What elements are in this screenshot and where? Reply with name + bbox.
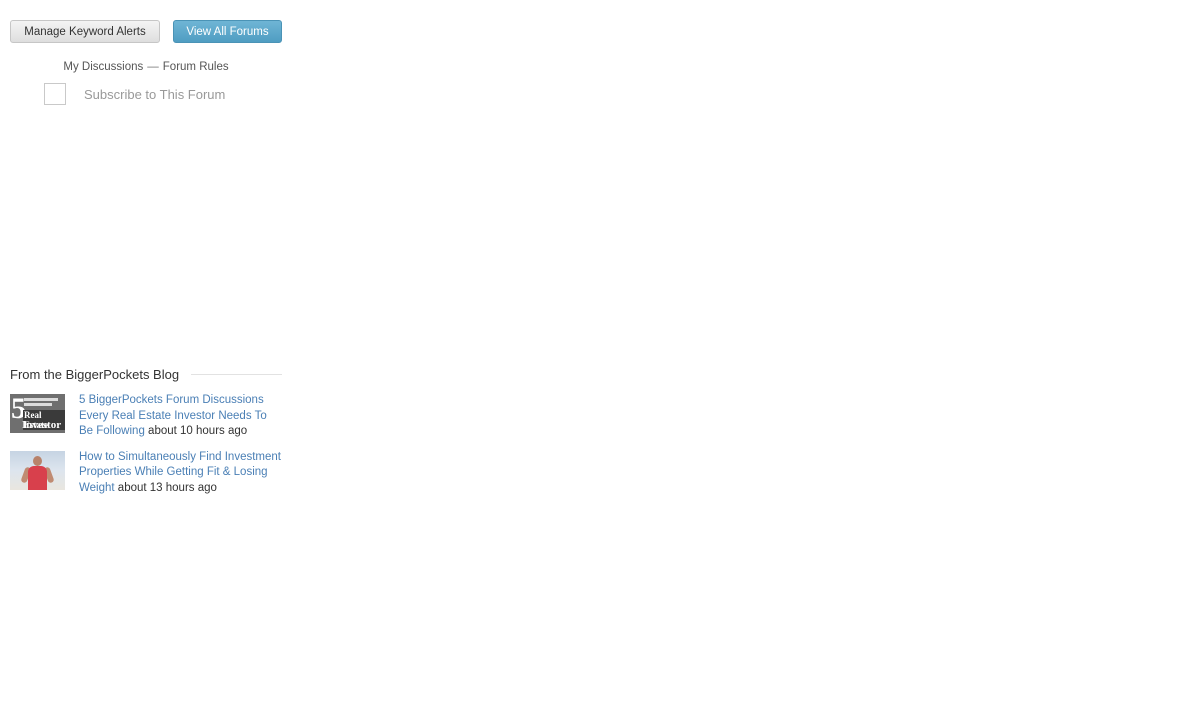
my-discussions-link[interactable]: My Discussions bbox=[63, 61, 143, 73]
blog-thumbnail-fitness[interactable] bbox=[10, 450, 65, 490]
forum-sidebar: Manage Keyword Alerts View All Forums My… bbox=[10, 20, 282, 105]
blog-heading: From the BiggerPockets Blog bbox=[10, 366, 180, 382]
view-all-forums-button[interactable]: View All Forums bbox=[173, 20, 282, 43]
blog-post-time: about 13 hours ago bbox=[117, 481, 217, 494]
subscribe-toggle[interactable]: Subscribe to This Forum bbox=[44, 83, 282, 105]
blog-post-text: 5 BiggerPockets Forum Discussions Every … bbox=[79, 393, 282, 440]
blog-widget: From the BiggerPockets Blog 5 Real Estat… bbox=[10, 366, 282, 496]
divider bbox=[191, 373, 282, 375]
blog-post-text: How to Simultaneously Find Investment Pr… bbox=[79, 450, 282, 497]
manage-keyword-alerts-button[interactable]: Manage Keyword Alerts bbox=[10, 20, 160, 43]
forum-rules-link[interactable]: Forum Rules bbox=[163, 61, 229, 73]
subscribe-checkbox[interactable] bbox=[44, 83, 66, 105]
subscribe-label[interactable]: Subscribe to This Forum bbox=[84, 87, 225, 102]
forum-links: My Discussions — Forum Rules bbox=[10, 60, 282, 74]
link-separator: — bbox=[147, 61, 159, 73]
blog-post-time: about 10 hours ago bbox=[148, 425, 248, 437]
blog-thumbnail-real-estate-investor[interactable]: 5 Real Estate Investor bbox=[10, 394, 65, 433]
blog-post: 5 Real Estate Investor 5 BiggerPockets F… bbox=[10, 394, 282, 440]
forum-action-buttons: Manage Keyword Alerts View All Forums bbox=[10, 20, 282, 43]
blog-post: How to Simultaneously Find Investment Pr… bbox=[10, 450, 282, 497]
blog-header: From the BiggerPockets Blog bbox=[10, 366, 282, 382]
